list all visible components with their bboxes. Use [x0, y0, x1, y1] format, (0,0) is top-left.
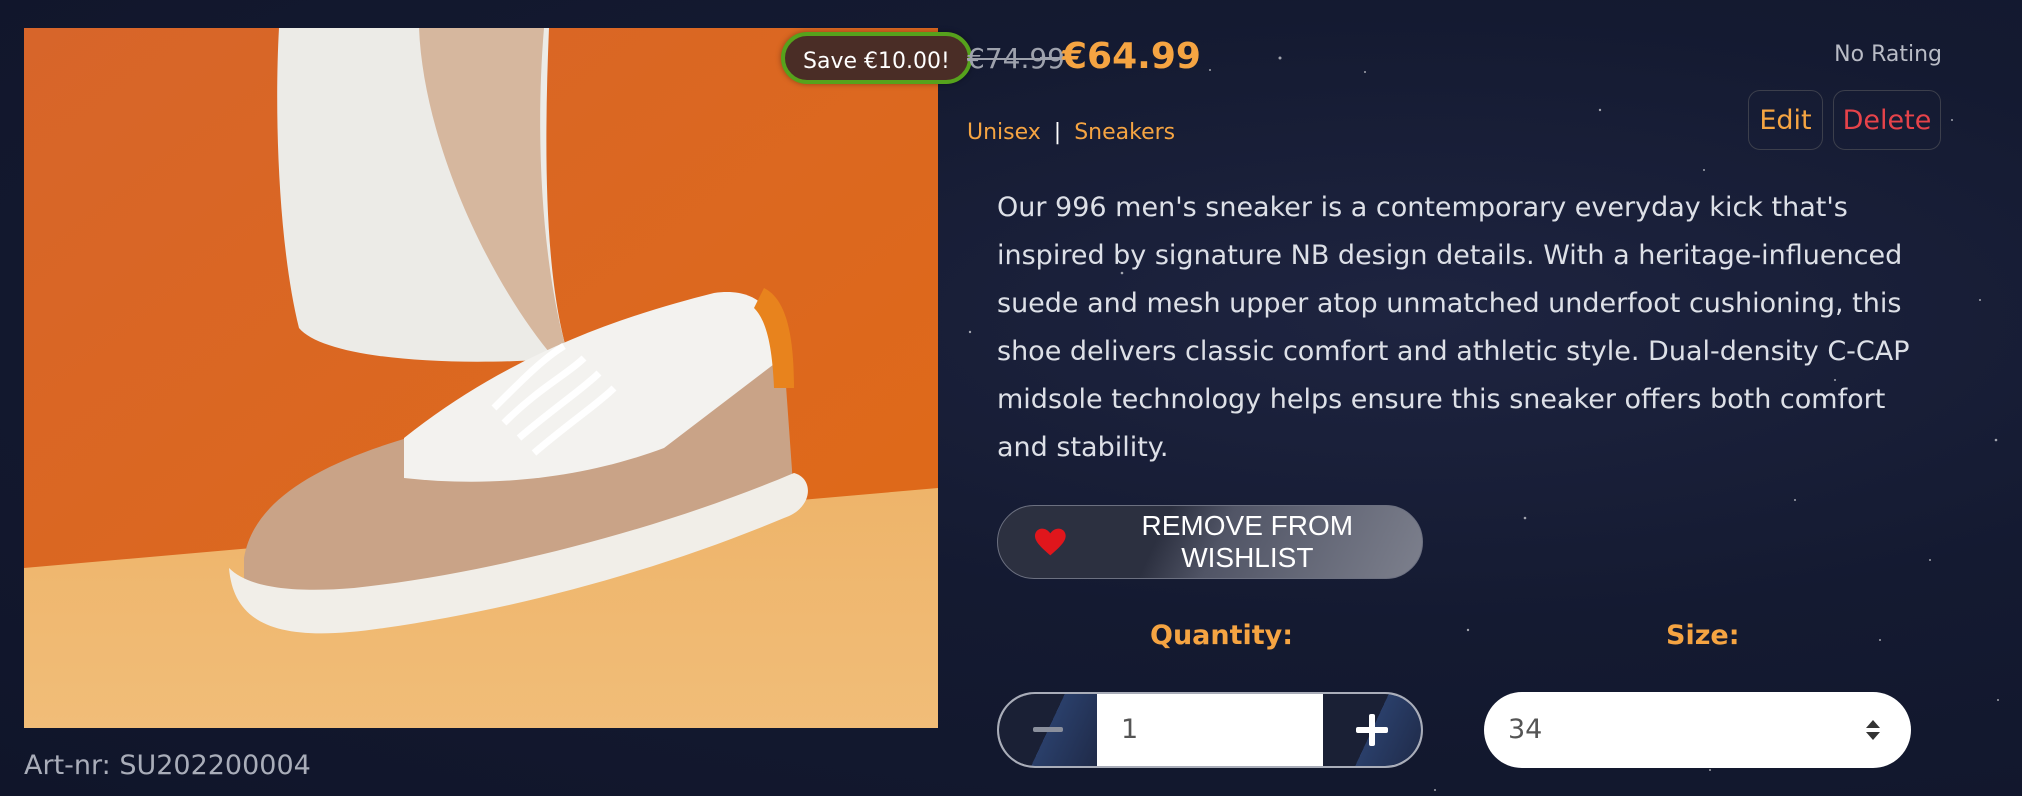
size-label: Size: [1666, 620, 1740, 651]
size-select[interactable]: 34 [1484, 692, 1911, 768]
remove-from-wishlist-button[interactable]: REMOVE FROM WISHLIST [997, 505, 1423, 579]
new-price: €64.99 [1062, 36, 1201, 77]
minus-icon [1033, 727, 1063, 732]
quantity-input[interactable]: 1 [1097, 694, 1323, 766]
edit-button[interactable]: Edit [1748, 90, 1823, 150]
category-link-gender[interactable]: Unisex [967, 120, 1041, 145]
plus-icon [1356, 714, 1388, 746]
category-link-type[interactable]: Sneakers [1074, 120, 1175, 145]
select-arrows-icon [1866, 720, 1880, 740]
save-badge: Save €10.00! [781, 32, 972, 84]
quantity-stepper: 1 [997, 692, 1423, 768]
delete-button[interactable]: Delete [1833, 90, 1941, 150]
product-description: Our 996 men's sneaker is a contemporary … [997, 192, 1910, 463]
quantity-label: Quantity: [1150, 620, 1294, 651]
rating-text: No Rating [1834, 42, 1942, 67]
product-image [24, 28, 938, 728]
heart-icon [1034, 528, 1066, 556]
article-number: Art-nr: SU202200004 [24, 750, 311, 781]
quantity-increment-button[interactable] [1323, 694, 1421, 766]
size-select-value: 34 [1508, 714, 1543, 745]
category-separator: | [1053, 120, 1062, 145]
wishlist-button-label: REMOVE FROM WISHLIST [1141, 510, 1354, 573]
quantity-decrement-button[interactable] [999, 694, 1097, 766]
category-links: Unisex | Sneakers [967, 120, 1175, 145]
